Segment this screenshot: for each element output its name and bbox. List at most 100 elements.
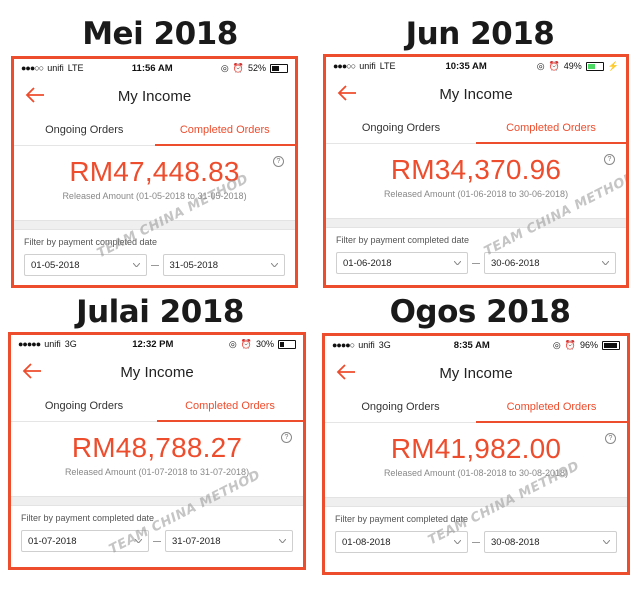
signal-icon: ●●●○○ <box>21 63 44 73</box>
income-amount: RM34,370.96 <box>390 154 562 185</box>
back-arrow-icon[interactable] <box>336 83 358 103</box>
chevron-down-icon <box>602 261 609 265</box>
end-date-value: 31-05-2018 <box>169 259 219 271</box>
income-panel-jun: ●●●○○ unifi LTE 10:35 AM ◎ ⏰ 49% ⚡ My In… <box>323 54 629 288</box>
battery-icon <box>601 340 620 350</box>
income-amount: RM41,982.00 <box>390 433 562 464</box>
help-icon[interactable]: ? <box>281 432 292 443</box>
alarm-icon: ⏰ <box>240 338 252 349</box>
released-amount-caption: Released Amount (01-05-2018 to 31-05-201… <box>62 191 247 201</box>
month-label-mei: Mei 2018 <box>82 16 238 52</box>
income-panel-mei: ●●●○○ unifi LTE 11:56 AM ◎ ⏰ 52% My Inco… <box>11 56 298 288</box>
back-arrow-icon[interactable] <box>24 85 46 105</box>
start-date-value: 01-05-2018 <box>31 259 80 271</box>
range-separator <box>147 264 163 266</box>
battery-icon <box>278 339 296 349</box>
tab-ongoing-orders[interactable]: Ongoing Orders <box>325 392 476 422</box>
lock-rotation-icon: ◎ <box>552 339 561 350</box>
back-arrow-icon[interactable] <box>335 362 357 382</box>
month-label-jun: Jun 2018 <box>405 16 555 52</box>
battery-icon <box>585 61 604 71</box>
filter-section: Filter by payment completed date 01-05-2… <box>14 230 295 276</box>
page-title: My Income <box>439 364 513 382</box>
lock-rotation-icon: ◎ <box>220 62 229 73</box>
battery-percent: 96% <box>579 340 598 350</box>
amount-section: RM41,982.00 Released Amount (01-08-2018 … <box>325 423 627 497</box>
end-date-select[interactable]: 30-08-2018 <box>484 531 617 553</box>
tab-completed-orders[interactable]: Completed Orders <box>157 391 303 422</box>
clock: 12:32 PM <box>132 338 174 350</box>
back-arrow-icon[interactable] <box>21 361 43 381</box>
battery-percent: 30% <box>255 339 274 349</box>
range-separator <box>468 262 484 264</box>
carrier-label: unifi <box>358 340 375 350</box>
carrier-label: unifi <box>47 63 64 73</box>
tab-bar: Ongoing Orders Completed Orders <box>14 115 295 146</box>
tab-completed-orders[interactable]: Completed Orders <box>476 113 626 144</box>
start-date-select[interactable]: 01-05-2018 <box>24 254 147 276</box>
filter-label: Filter by payment completed date <box>24 237 158 247</box>
amount-section: RM47,448.83 Released Amount (01-05-2018 … <box>14 146 295 220</box>
end-date-value: 31-07-2018 <box>172 535 221 547</box>
tab-bar: Ongoing Orders Completed Orders <box>325 392 627 423</box>
end-date-select[interactable]: 31-07-2018 <box>165 530 293 552</box>
end-date-select[interactable]: 31-05-2018 <box>162 254 285 276</box>
tab-completed-orders[interactable]: Completed Orders <box>154 115 296 146</box>
network-label: LTE <box>67 63 84 73</box>
status-bar: ●●●○○ unifi LTE 10:35 AM ◎ ⏰ 49% ⚡ <box>326 57 626 75</box>
filter-section: Filter by payment completed date 01-06-2… <box>326 228 626 274</box>
chevron-down-icon <box>271 263 278 267</box>
chevron-down-icon <box>454 261 461 265</box>
income-panel-ogos: ●●●●○ unifi 3G 8:35 AM ◎ ⏰ 96% My Income… <box>322 333 630 575</box>
month-label-ogos: Ogos 2018 <box>389 294 571 330</box>
status-bar: ●●●●● unifi 3G 12:32 PM ◎ ⏰ 30% <box>11 335 303 353</box>
section-divider <box>11 496 303 506</box>
filter-label: Filter by payment completed date <box>336 235 470 245</box>
header: My Income <box>325 354 627 392</box>
tab-ongoing-orders[interactable]: Ongoing Orders <box>14 115 155 145</box>
income-panel-julai: ●●●●● unifi 3G 12:32 PM ◎ ⏰ 30% My Incom… <box>8 332 306 570</box>
network-label: 3G <box>64 339 77 349</box>
help-icon[interactable]: ? <box>604 154 615 165</box>
tab-bar: Ongoing Orders Completed Orders <box>326 113 626 144</box>
battery-percent: 49% <box>563 61 582 71</box>
month-label-julai: Julai 2018 <box>76 294 244 330</box>
help-icon[interactable]: ? <box>605 433 616 444</box>
network-label: 3G <box>378 340 391 350</box>
clock: 10:35 AM <box>445 60 487 72</box>
start-date-value: 01-06-2018 <box>343 257 392 269</box>
clock: 11:56 AM <box>131 62 173 74</box>
tab-completed-orders[interactable]: Completed Orders <box>476 392 627 423</box>
alarm-icon: ⏰ <box>564 339 576 350</box>
end-date-select[interactable]: 30-06-2018 <box>484 252 616 274</box>
lock-rotation-icon: ◎ <box>536 60 545 71</box>
header: My Income <box>326 75 626 113</box>
released-amount-caption: Released Amount (01-08-2018 to 30-08-201… <box>383 468 569 478</box>
tab-ongoing-orders[interactable]: Ongoing Orders <box>326 113 476 143</box>
page-title: My Income <box>439 85 513 103</box>
page-title: My Income <box>117 87 192 105</box>
page-title: My Income <box>120 363 194 381</box>
start-date-value: 01-07-2018 <box>28 535 77 547</box>
carrier-label: unifi <box>44 339 61 349</box>
income-amount: RM47,448.83 <box>69 156 240 187</box>
end-date-value: 30-08-2018 <box>491 536 540 548</box>
status-bar: ●●●○○ unifi LTE 11:56 AM ◎ ⏰ 52% <box>14 59 295 77</box>
lock-rotation-icon: ◎ <box>228 338 237 349</box>
chevron-down-icon <box>279 539 286 543</box>
charging-bolt-icon: ⚡ <box>607 60 619 71</box>
clock: 8:35 AM <box>453 339 490 351</box>
help-icon[interactable]: ? <box>273 156 284 167</box>
signal-icon: ●●●●● <box>18 339 41 349</box>
signal-icon: ●●●○○ <box>333 61 356 71</box>
tab-bar: Ongoing Orders Completed Orders <box>11 391 303 422</box>
header: My Income <box>14 77 295 115</box>
battery-percent: 52% <box>247 63 266 73</box>
range-separator <box>468 541 484 543</box>
alarm-icon: ⏰ <box>548 60 560 71</box>
tab-ongoing-orders[interactable]: Ongoing Orders <box>11 391 157 421</box>
network-label: LTE <box>379 61 396 71</box>
chevron-down-icon <box>603 540 610 544</box>
start-date-select[interactable]: 01-06-2018 <box>336 252 468 274</box>
range-separator <box>149 540 165 542</box>
